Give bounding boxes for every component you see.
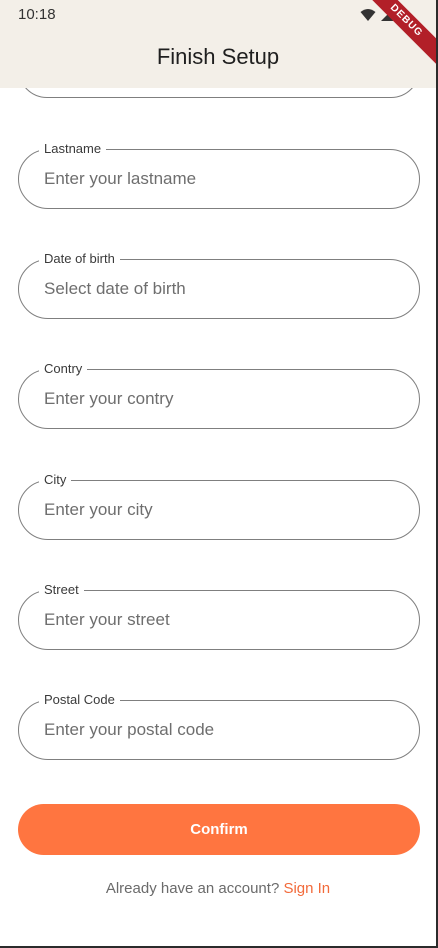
date-of-birth-field: Date of birth — [18, 250, 420, 319]
country-input[interactable] — [44, 370, 404, 428]
postal-code-input[interactable] — [44, 701, 404, 759]
city-field: City — [18, 471, 420, 540]
phone-screen: 10:18 Finish Setup DEBUG Lastname Date o… — [0, 0, 438, 948]
page-title: Finish Setup — [156, 44, 280, 69]
lastname-field: Lastname — [18, 140, 420, 209]
city-input[interactable] — [44, 481, 404, 539]
street-input[interactable] — [44, 591, 404, 649]
lastname-input[interactable] — [44, 150, 404, 208]
status-time: 10:18 — [18, 6, 56, 23]
sign-in-prompt-text: Already have an account? — [105, 880, 280, 897]
country-field: Contry — [18, 360, 420, 429]
wifi-icon — [360, 9, 376, 21]
sign-in-prompt: Already have an account? Sign In — [0, 880, 436, 897]
sign-in-link[interactable]: Sign In — [283, 880, 330, 897]
app-bar: 10:18 Finish Setup — [0, 0, 436, 88]
street-field: Street — [18, 581, 420, 650]
date-of-birth-input[interactable] — [44, 260, 404, 318]
confirm-button[interactable]: Confirm — [18, 804, 420, 855]
postal-code-field: Postal Code — [18, 691, 420, 760]
